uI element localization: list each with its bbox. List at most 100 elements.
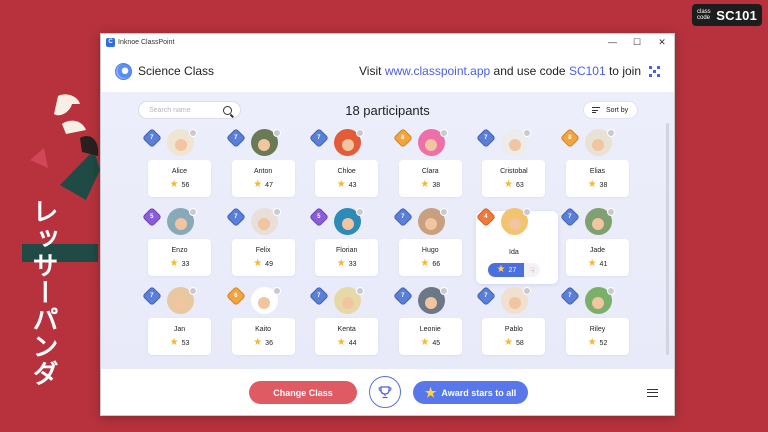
level-value: 7 [150,293,154,299]
join-middle: and use code [490,64,569,78]
participant-card[interactable]: 6 Kaito ★ 36 [225,286,309,371]
participant-name: Jan [173,326,186,333]
change-class-button[interactable]: Change Class [249,381,357,404]
participant-card[interactable]: 7 Jan ★ 53 [141,286,225,371]
star-icon: ★ [169,337,179,348]
trophy-button[interactable] [369,376,401,408]
participant-card[interactable]: 7 Felix ★ 49 [225,207,309,292]
participant-card[interactable]: 8 Clara ★ 38 [392,128,476,213]
participant-name: Alice [171,168,188,175]
participant-stars: ★ 52 [566,337,629,348]
star-counter[interactable]: ★ 27 ☟ [488,263,541,277]
card-background [231,318,295,355]
status-indicator [523,287,532,295]
participant-name: Felix [255,247,271,254]
star-count: 33 [181,260,190,268]
star-icon: ★ [496,264,506,275]
status-indicator [439,129,448,137]
level-badge: 7 [142,128,162,148]
participant-stars: ★ 45 [399,338,462,348]
level-value: 5 [150,214,154,220]
participant-card[interactable]: 7 Anton ★ 47 [225,128,309,213]
star-count: 58 [515,339,524,347]
level-value: 7 [317,135,321,141]
avatar-face [258,218,271,230]
class-header: Science Class Visit www.classpoint.app a… [101,50,674,93]
participant-name: Clara [421,168,439,175]
star-count: 41 [599,260,608,268]
participant-stars: ★ 56 [148,180,211,190]
star-icon: ★ [336,179,346,190]
avatar-face [341,218,354,230]
avatar-face [592,297,605,309]
avatar-face [341,139,354,151]
star-icon: ★ [503,179,513,190]
maximize-button[interactable]: ☐ [633,37,641,48]
participant-name: Anton [253,168,273,175]
status-indicator [606,208,615,216]
footer-bar: Change Class ★ Award stars to all [101,369,674,415]
level-value: 7 [401,293,405,299]
star-count: 52 [599,339,608,347]
avatar-face [174,218,187,230]
star-icon: ★ [587,179,597,190]
participant-card[interactable]: 7 Leonie ★ 45 [392,286,476,371]
card-background [148,318,211,355]
minimize-button[interactable]: — [608,37,617,47]
participant-name: Ida [509,249,519,256]
level-badge: 8 [392,128,413,148]
remove-star-icon[interactable]: ☟ [524,263,541,277]
join-suffix: to join [605,64,641,78]
participant-card[interactable]: 7 Chloe ★ 43 [308,128,392,213]
scrollbar[interactable] [666,123,669,355]
star-icon: ★ [169,258,179,269]
hamburger-menu-icon[interactable] [647,389,658,397]
sort-button[interactable]: Sort by [583,101,638,119]
participant-stars: ★ 33 [148,258,211,269]
star-icon: ★ [253,258,263,269]
participant-card[interactable]: 7 Cristobal ★ 63 [475,128,559,213]
participant-card[interactable]: 7 Kenta ★ 44 [308,286,392,371]
title-bar: C Inknoe ClassPoint — ☐ ✕ [101,34,674,50]
participant-name: Leonie [419,326,441,333]
participant-name: Enzo [171,247,188,254]
star-icon: ★ [587,337,597,348]
participant-card[interactable]: 7 Jade ★ 41 [559,207,643,292]
card-background [565,160,629,197]
join-prefix: Visit [359,64,385,78]
status-indicator [272,129,281,137]
qr-code-icon[interactable] [648,65,660,77]
participant-stars: ★ 66 [399,259,462,269]
participant-name: Pablo [504,326,523,333]
participant-card[interactable]: 7 Alice ★ 56 [141,128,225,213]
award-stars-button[interactable]: ★ Award stars to all [413,381,528,404]
participant-card[interactable]: 4 Ida ★ 27 ☟ [475,207,559,292]
status-indicator [523,129,532,137]
participant-card[interactable]: 5 Enzo ★ 33 [141,207,225,292]
star-count: 44 [348,339,357,347]
participant-card[interactable]: 7 Pablo ★ 58 [475,286,559,371]
participant-card[interactable]: 7 Hugo ★ 66 [392,207,476,292]
star-icon: ★ [336,337,346,348]
card-background [398,318,462,355]
join-instructions: Visit www.classpoint.app and use code SC… [359,64,641,78]
star-count: 45 [432,339,441,347]
status-indicator [189,287,197,295]
participants-panel: 18 participants Sort by 7Alice★567Anton★… [101,93,674,369]
star-count: 66 [432,260,441,268]
participant-card[interactable]: 5 Florian ★ 33 [308,207,392,292]
join-url[interactable]: www.classpoint.app [385,64,490,78]
participant-card[interactable]: 8 Elias ★ 38 [559,128,643,213]
card-background [315,239,379,276]
card-background [565,239,629,276]
avatar-face [425,218,438,230]
add-star-button[interactable]: ★ 27 [488,263,525,277]
close-button[interactable]: ✕ [658,37,666,48]
level-badge: 7 [225,128,246,148]
status-indicator [356,287,365,295]
avatar-face [258,297,271,309]
star-count: 36 [265,339,273,347]
star-count: 33 [348,260,357,268]
participant-card[interactable]: 7 Riley ★ 52 [559,286,643,371]
participant-stars: ★ 43 [315,179,378,190]
